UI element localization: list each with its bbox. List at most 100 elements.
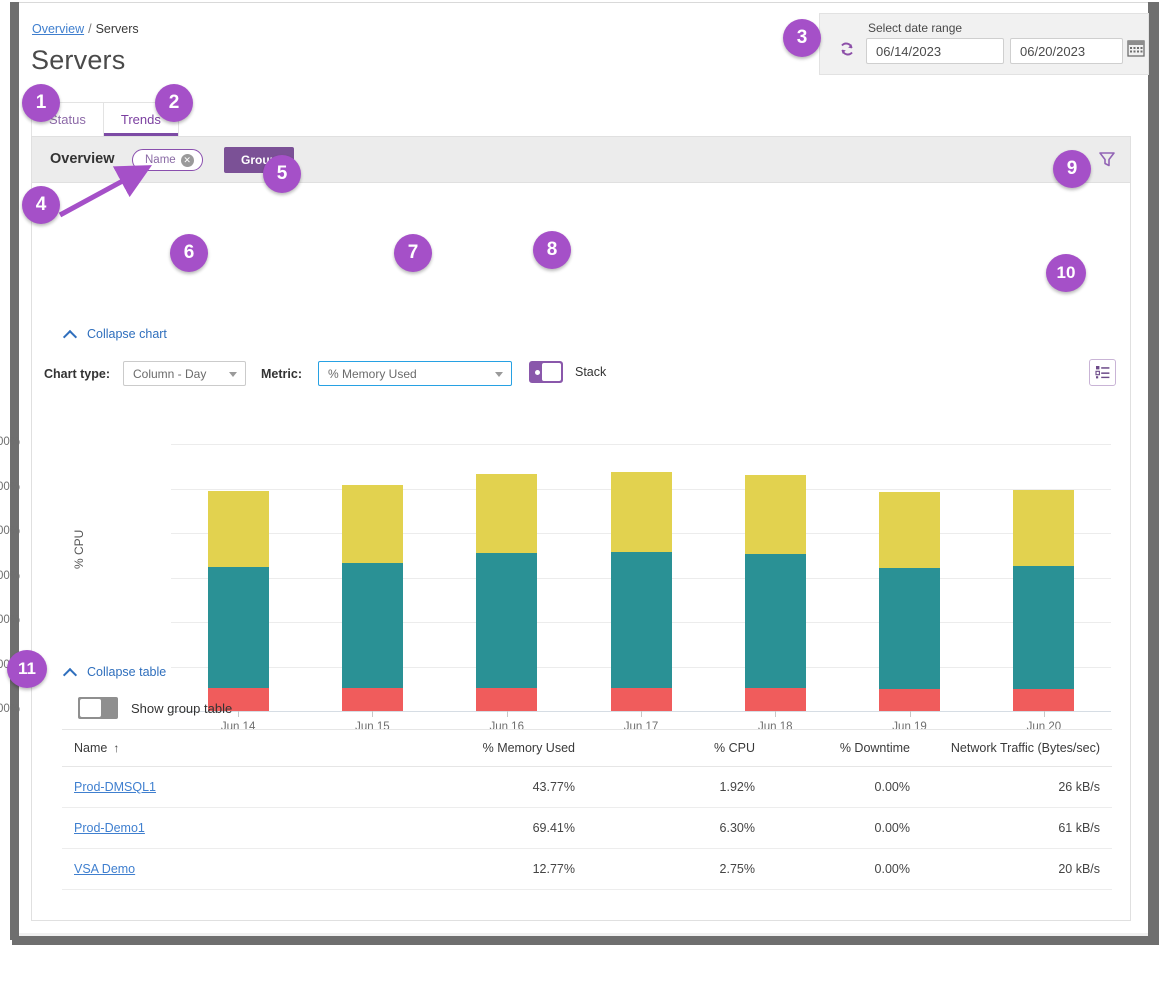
chart-plot-area[interactable]: 0.00%25.00%50.00%75.00%100.00%125.00%150…: [0, 436, 1111, 733]
chart-bar-segment[interactable]: [879, 491, 941, 568]
callout-5: 5: [263, 155, 301, 193]
chart-controls: Chart type: Column - Day Metric: % Memor…: [32, 359, 1130, 391]
chart-y-tick-label: 150.00%: [0, 436, 20, 448]
chart-y-tick-label: 0.00%: [0, 703, 20, 715]
chart-y-axis-label: % CPU: [72, 529, 86, 569]
callout-7: 7: [394, 234, 432, 272]
breadcrumb-overview-link[interactable]: Overview: [32, 22, 84, 36]
callout-3: 3: [783, 19, 821, 57]
callout-1: 1: [22, 84, 60, 122]
chart-bar-segment[interactable]: [879, 688, 941, 711]
filter-icon[interactable]: [1096, 149, 1118, 171]
screenshot-root: Overview / Servers Servers Select date ran…: [0, 0, 1172, 997]
chart-bar-segment[interactable]: [476, 553, 538, 689]
date-to-input[interactable]: [1010, 38, 1123, 64]
chart-bar-segment[interactable]: [341, 688, 403, 711]
close-circle-icon[interactable]: ✕: [180, 153, 194, 167]
column-header-memory[interactable]: % Memory Used: [392, 729, 587, 767]
column-header-downtime[interactable]: % Downtime: [767, 729, 922, 767]
cell-network: 26 kB/s: [922, 766, 1112, 808]
chart-bar[interactable]: [341, 444, 403, 711]
card-toolbar: Overview Name ✕ Group: [32, 137, 1130, 183]
table-row: Prod-Demo1 69.41% 6.30% 0.00% 61 kB/s: [62, 807, 1112, 849]
chart-y-tick-label: 125.00%: [0, 480, 20, 493]
chart-x-tick-mark: [506, 711, 508, 717]
chart-bar-segment[interactable]: [610, 688, 672, 711]
chart-bar-segment[interactable]: [744, 475, 806, 554]
app-page: Overview / Servers Servers Select date ran…: [0, 3, 1149, 933]
callout-4: 4: [22, 186, 60, 224]
cell-cpu: 6.30%: [587, 807, 767, 849]
chart-bar[interactable]: [207, 444, 269, 711]
chart-type-select[interactable]: Column - Day: [123, 361, 246, 386]
sort-ascending-icon: ↑: [113, 741, 120, 755]
chart-bar[interactable]: [476, 444, 538, 711]
torn-edge-left: [10, 2, 19, 940]
collapse-table-toggle[interactable]: Collapse table: [64, 665, 166, 679]
callout-9: 9: [1053, 150, 1091, 188]
torn-edge-right: [1148, 2, 1159, 940]
chart-bar-segment[interactable]: [476, 688, 538, 711]
collapse-chart-toggle[interactable]: Collapse chart: [64, 327, 167, 341]
server-name-link[interactable]: Prod-Demo1: [74, 821, 145, 835]
chart-y-tick-label: 100.00%: [0, 525, 20, 537]
stack-toggle-dot: [535, 370, 540, 375]
table-header-row: Name ↑ % Memory Used % CPU % Downtime Net…: [62, 729, 1112, 767]
chevron-down-icon: [229, 372, 237, 377]
callout-2: 2: [155, 84, 193, 122]
refresh-icon[interactable]: [838, 40, 856, 58]
chart-bar-segment[interactable]: [341, 485, 403, 563]
legend-list-icon[interactable]: [1089, 359, 1116, 386]
chart-bar-segment[interactable]: [1013, 688, 1075, 711]
cell-memory: 12.77%: [392, 848, 587, 890]
chart-bar-segment[interactable]: [610, 472, 672, 552]
chart-bar-segment[interactable]: [207, 567, 269, 689]
server-name-link[interactable]: Prod-DMSQL1: [74, 780, 156, 794]
cell-cpu: 2.75%: [587, 848, 767, 890]
column-header-network[interactable]: Network Traffic (Bytes/sec): [922, 729, 1112, 767]
chart-bar-segment[interactable]: [341, 562, 403, 689]
metric-select[interactable]: % Memory Used: [318, 361, 512, 386]
chart-x-tick-mark: [238, 711, 240, 717]
show-group-table-label: Show group table: [131, 700, 233, 716]
chart-x-tick-mark: [372, 711, 374, 717]
date-range-label: Select date range: [868, 21, 963, 35]
chart-bar[interactable]: [744, 444, 806, 711]
metric-label: Metric:: [261, 367, 302, 381]
table-row: VSA Demo 12.77% 2.75% 0.00% 20 kB/s: [62, 848, 1112, 890]
chevron-up-icon: [64, 330, 77, 338]
cell-downtime: 0.00%: [767, 848, 922, 890]
chart-bar-segment[interactable]: [879, 567, 941, 689]
breadcrumb-separator: /: [88, 22, 92, 36]
page-title: Servers: [31, 45, 126, 75]
chart-y-tick-label: 75.00%: [0, 569, 20, 582]
column-header-cpu[interactable]: % CPU: [587, 729, 767, 767]
chart-bar-segment[interactable]: [610, 551, 672, 689]
metric-value: % Memory Used: [328, 366, 417, 381]
chart-type-label: Chart type:: [44, 367, 110, 381]
column-header-name[interactable]: Name ↑: [62, 729, 392, 767]
stack-toggle[interactable]: [529, 361, 563, 383]
chart-x-tick-mark: [1043, 711, 1045, 717]
callout-6: 6: [170, 234, 208, 272]
chart-bar-segment[interactable]: [1013, 565, 1075, 689]
cell-network: 61 kB/s: [922, 807, 1112, 849]
collapse-table-label: Collapse table: [87, 665, 167, 679]
chart-bar[interactable]: [879, 444, 941, 711]
chart-bar[interactable]: [610, 444, 672, 711]
calendar-icon[interactable]: [1125, 38, 1147, 62]
chart-type-value: Column - Day: [133, 366, 207, 381]
chart-bar-segment[interactable]: [476, 474, 538, 554]
chart-bar[interactable]: [1013, 444, 1075, 711]
torn-edge-bottom: [12, 936, 1159, 945]
chart-y-tick-label: 50.00%: [0, 614, 20, 626]
chart-x-tick-mark: [775, 711, 777, 717]
chart-bar-segment[interactable]: [207, 490, 269, 568]
chart-bar-segment[interactable]: [744, 553, 806, 689]
cell-memory: 69.41%: [392, 807, 587, 849]
chart-bar-segment[interactable]: [1013, 490, 1075, 566]
date-from-input[interactable]: [866, 38, 1004, 64]
server-name-link[interactable]: VSA Demo: [74, 862, 135, 876]
show-group-table-switch[interactable]: [78, 697, 118, 719]
chart-bar-segment[interactable]: [744, 688, 806, 711]
